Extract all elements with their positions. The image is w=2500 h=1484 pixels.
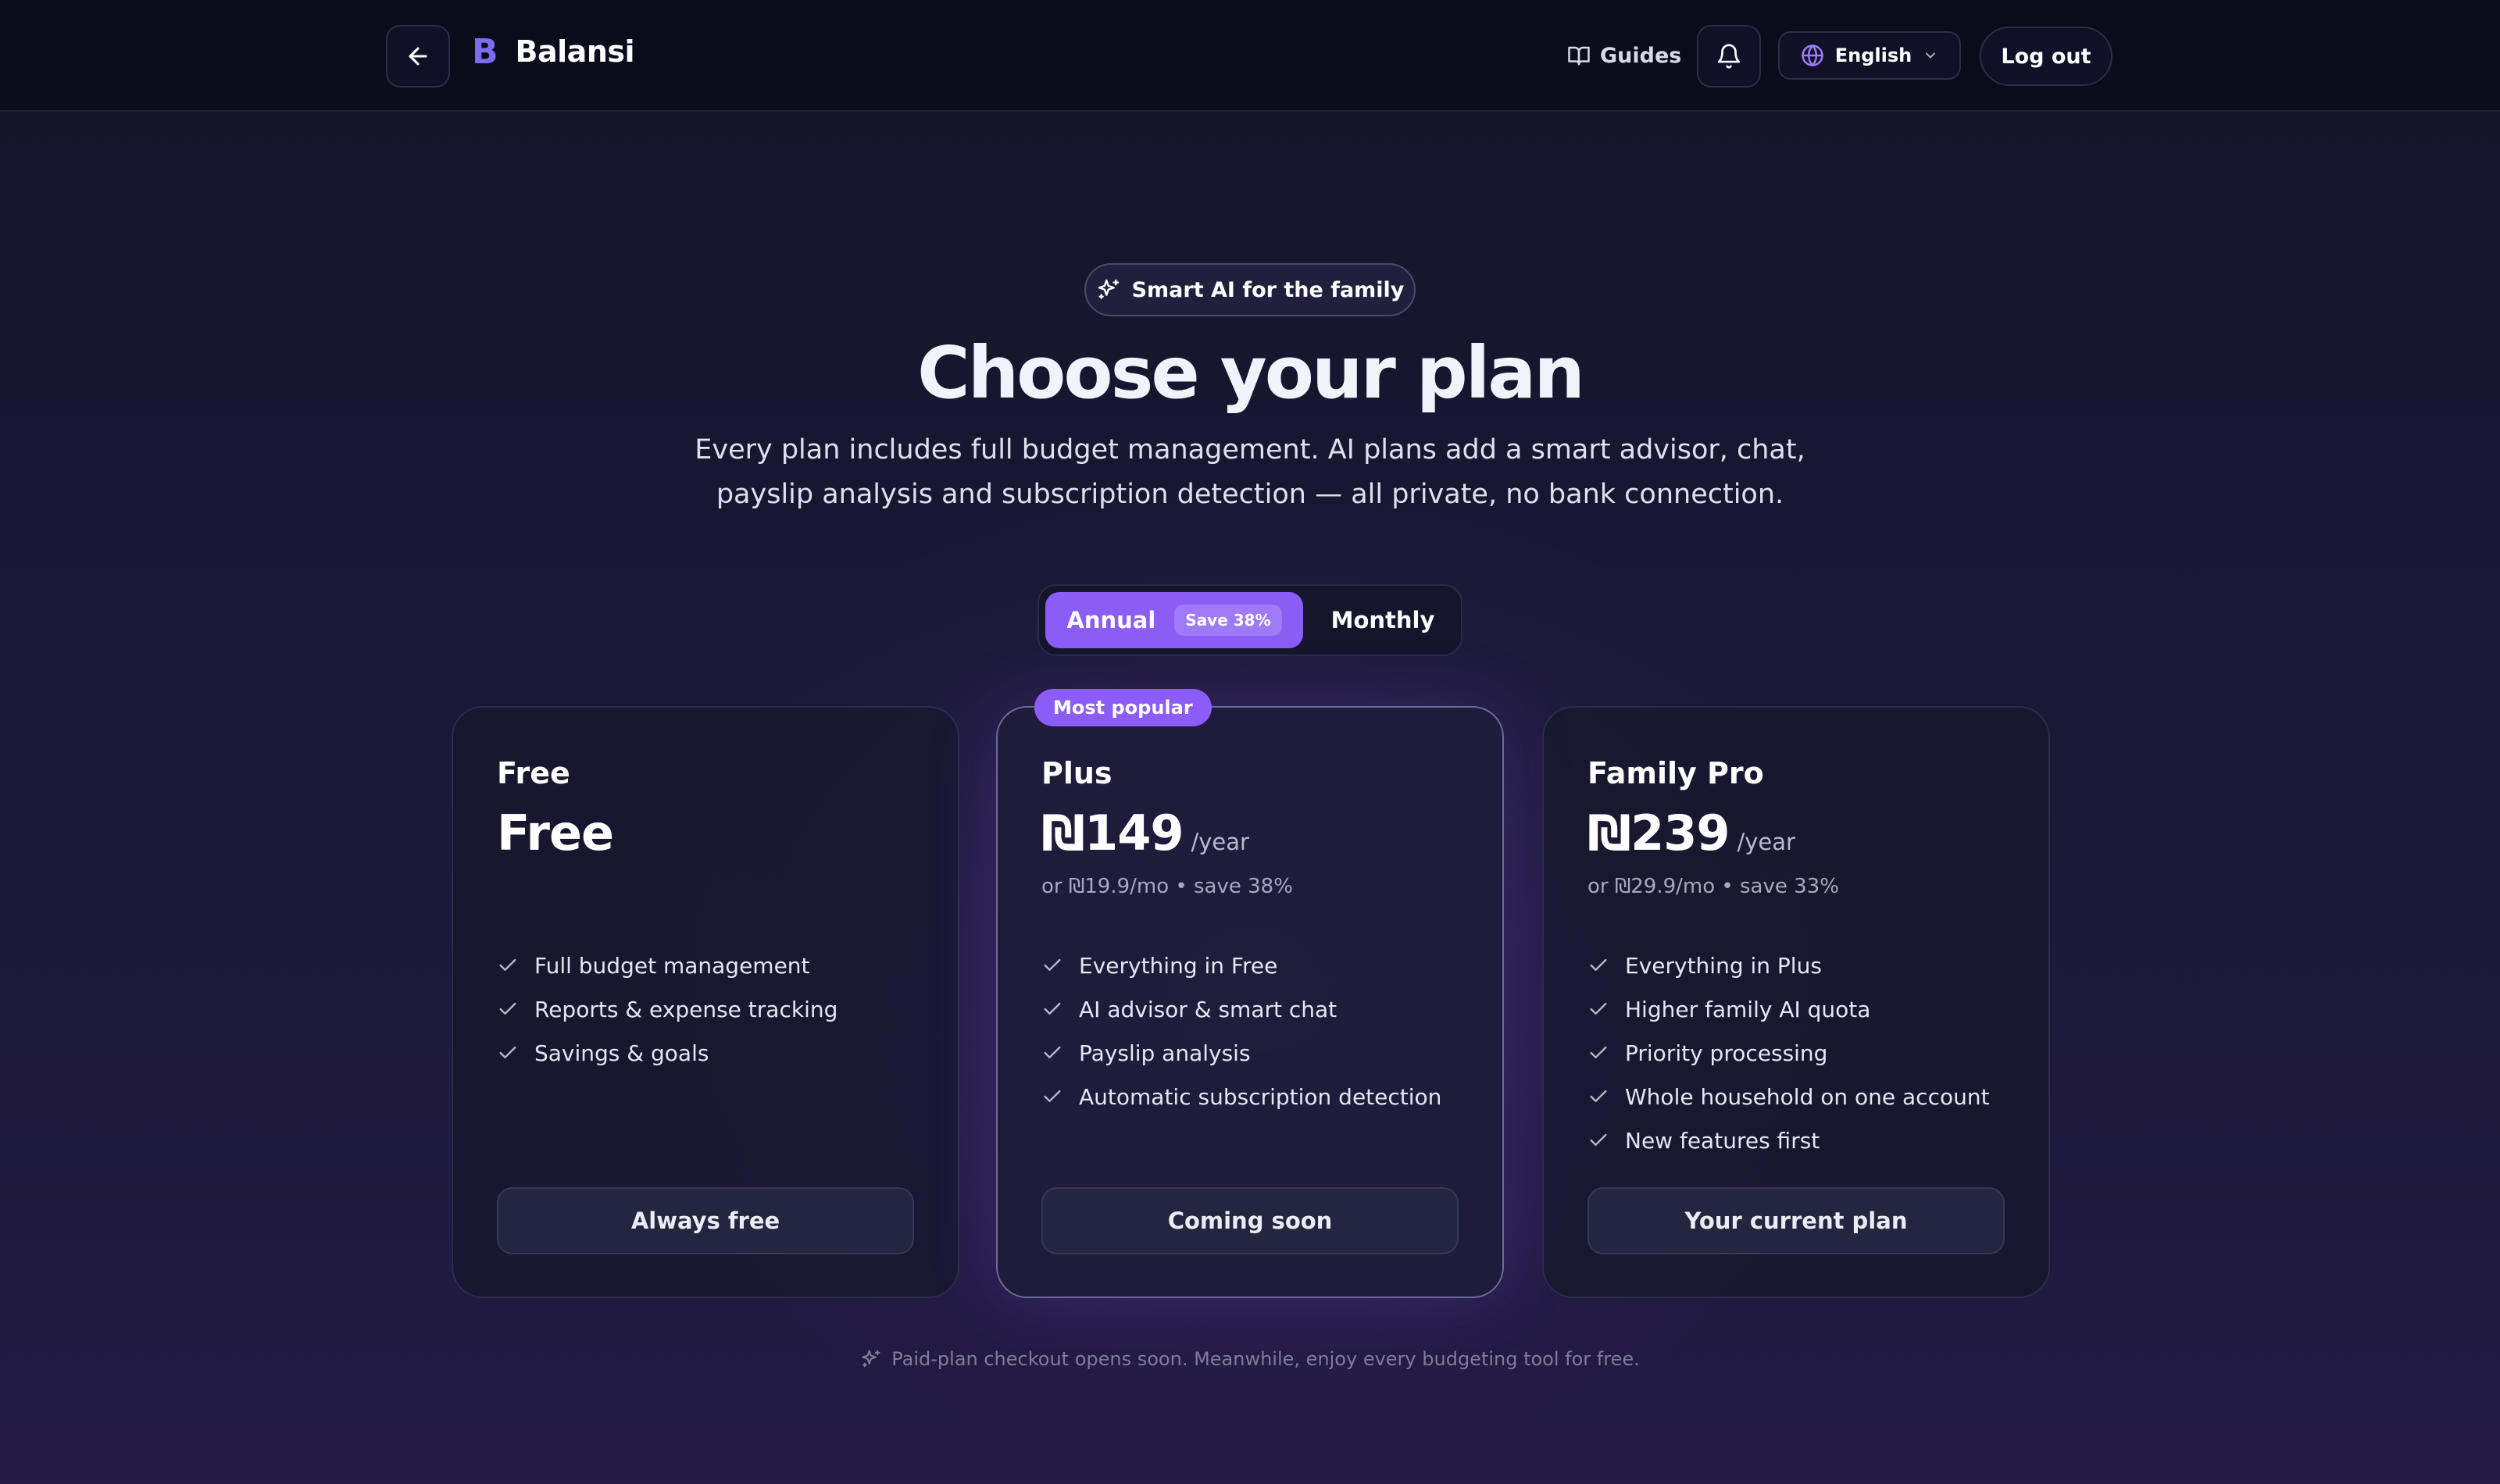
- plan-card-plus: Plus ₪149 /year or ₪19.9/mo • save 38% E…: [996, 706, 1504, 1298]
- plan-feature-list: Full budget management Reports & expense…: [497, 944, 838, 1075]
- plan-feature: Automatic subscription detection: [1041, 1075, 1441, 1118]
- plan-feature: New features first: [1588, 1118, 1990, 1162]
- plan-price-row: Free: [497, 804, 614, 862]
- brand-name: Balansi: [515, 34, 635, 69]
- plan-name: Family Pro: [1588, 756, 1764, 790]
- plan-price: Free: [497, 804, 614, 862]
- subtitle-line-2: payslip analysis and subscription detect…: [716, 479, 1784, 510]
- plan-name: Plus: [1041, 756, 1112, 790]
- plan-feature-label: Full budget management: [534, 952, 810, 979]
- plan-feature: Payslip analysis: [1041, 1031, 1441, 1075]
- plan-feature: Higher family AI quota: [1588, 987, 1990, 1031]
- plan-feature: Reports & expense tracking: [497, 987, 838, 1031]
- plan-feature-label: Everything in Free: [1079, 952, 1278, 979]
- check-icon: [1590, 1046, 1607, 1058]
- plan-feature-list: Everything in Free AI advisor & smart ch…: [1041, 944, 1441, 1118]
- chevron-down-icon: [1926, 52, 1936, 59]
- plan-feature: Whole household on one account: [1588, 1075, 1990, 1118]
- plan-price-row: ₪149 /year: [1041, 804, 1249, 862]
- check-icon: [1044, 958, 1061, 971]
- top-navbar: B Balansi Guides English Log out: [0, 0, 2500, 112]
- guides-link[interactable]: Guides: [1567, 36, 1681, 75]
- hero-badge: Smart AI for the family: [1084, 263, 1416, 316]
- most-popular-badge: Most popular: [1034, 689, 1212, 726]
- logout-button[interactable]: Log out: [1980, 27, 2112, 86]
- brand-logo[interactable]: B Balansi: [472, 31, 635, 72]
- plan-price-row: ₪239 /year: [1588, 804, 1795, 862]
- plan-feature-label: New features first: [1625, 1127, 1820, 1154]
- brand-mark: B: [472, 31, 498, 72]
- check-icon: [1590, 1090, 1607, 1102]
- plan-feature-label: Payslip analysis: [1079, 1040, 1251, 1066]
- always-free-button[interactable]: Always free: [497, 1187, 914, 1254]
- check-icon: [1044, 1046, 1061, 1058]
- plan-price: ₪149: [1041, 804, 1184, 862]
- plan-period: /year: [1191, 829, 1249, 855]
- plan-feature-label: Reports & expense tracking: [534, 996, 838, 1022]
- plan-feature-label: Priority processing: [1625, 1040, 1828, 1066]
- plan-price-note: or ₪29.9/mo • save 33%: [1588, 875, 1839, 898]
- page-subtitle: Every plan includes full budget manageme…: [672, 428, 1828, 517]
- plan-feature: Savings & goals: [497, 1031, 838, 1075]
- plan-feature-label: Savings & goals: [534, 1040, 709, 1066]
- check-icon: [1044, 1090, 1061, 1102]
- back-button[interactable]: [386, 25, 450, 87]
- plan-period: /year: [1737, 829, 1795, 855]
- plan-feature: Everything in Plus: [1588, 944, 1990, 987]
- annual-toggle-option[interactable]: Annual Save 38%: [1045, 592, 1303, 648]
- sparkles-icon: [862, 1350, 880, 1368]
- arrow-left-icon: [409, 47, 427, 66]
- globe-icon: [1802, 45, 1823, 66]
- checkout-footnote: Paid-plan checkout opens soon. Meanwhile…: [0, 1348, 2500, 1370]
- hero-badge-label: Smart AI for the family: [1131, 277, 1405, 302]
- plan-price-note: or ₪19.9/mo • save 38%: [1041, 875, 1293, 898]
- plan-feature-label: Higher family AI quota: [1625, 996, 1871, 1022]
- plan-feature: Everything in Free: [1041, 944, 1441, 987]
- plan-card-family-pro: Family Pro ₪239 /year or ₪29.9/mo • save…: [1542, 706, 2050, 1298]
- check-icon: [499, 1002, 516, 1015]
- billing-period-toggle: Annual Save 38% Monthly: [1038, 584, 1462, 656]
- check-icon: [1590, 958, 1607, 971]
- plan-feature: Full budget management: [497, 944, 838, 987]
- plan-feature-label: Whole household on one account: [1625, 1083, 1990, 1110]
- page-title: Choose your plan: [917, 331, 1585, 415]
- language-selector[interactable]: English: [1778, 31, 1961, 80]
- plan-feature: Priority processing: [1588, 1031, 1990, 1075]
- sparkles-icon: [1098, 279, 1119, 299]
- plan-feature-list: Everything in Plus Higher family AI quot…: [1588, 944, 1990, 1162]
- coming-soon-button[interactable]: Coming soon: [1041, 1187, 1459, 1254]
- annual-save-badge: Save 38%: [1174, 605, 1282, 636]
- check-icon: [499, 958, 516, 971]
- plan-feature-label: Everything in Plus: [1625, 952, 1822, 979]
- annual-label: Annual: [1066, 607, 1156, 633]
- book-open-icon: [1568, 46, 1590, 66]
- plan-price: ₪239: [1588, 804, 1730, 862]
- subtitle-line-1: Every plan includes full budget manageme…: [695, 434, 1805, 466]
- plan-card-free: Free Free Full budget management Reports…: [452, 706, 959, 1298]
- check-icon: [1590, 1002, 1607, 1015]
- guides-label: Guides: [1600, 43, 1682, 68]
- check-icon: [499, 1046, 516, 1058]
- current-plan-button[interactable]: Your current plan: [1588, 1187, 2005, 1254]
- plan-feature: AI advisor & smart chat: [1041, 987, 1441, 1031]
- monthly-toggle-option[interactable]: Monthly: [1309, 592, 1456, 648]
- notifications-button[interactable]: [1697, 25, 1761, 87]
- check-icon: [1044, 1002, 1061, 1015]
- bell-icon: [1717, 44, 1741, 69]
- plan-name: Free: [497, 756, 570, 790]
- language-label: English: [1834, 45, 1912, 66]
- plan-feature-label: Automatic subscription detection: [1079, 1083, 1442, 1110]
- footnote-text: Paid-plan checkout opens soon. Meanwhile…: [891, 1348, 1640, 1370]
- plan-feature-label: AI advisor & smart chat: [1079, 996, 1338, 1022]
- check-icon: [1590, 1133, 1607, 1146]
